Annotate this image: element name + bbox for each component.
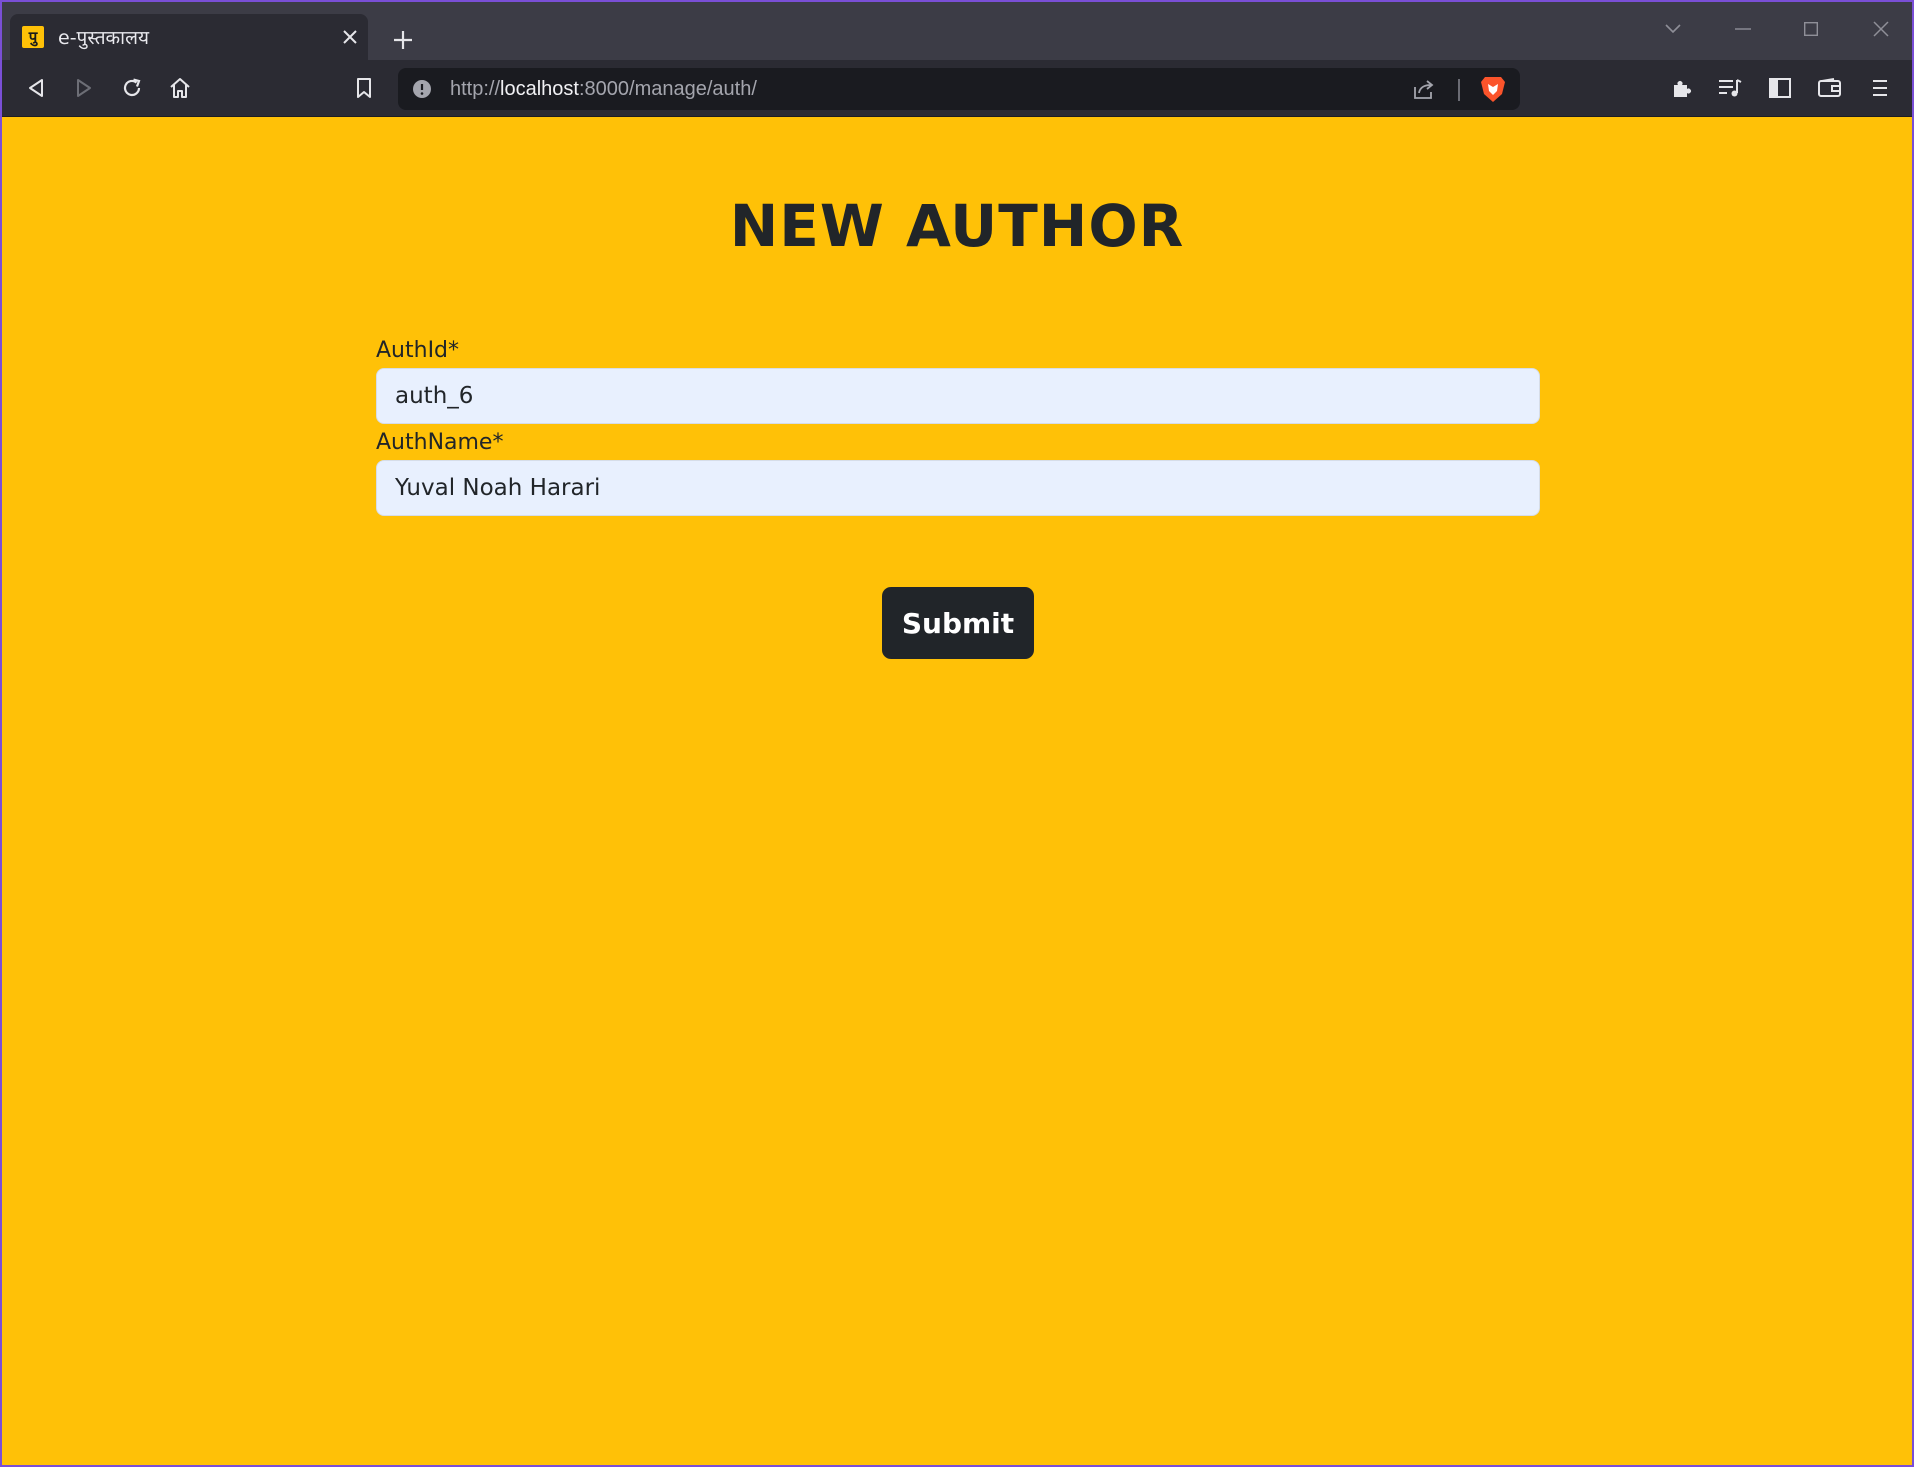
share-icon[interactable]: [1412, 78, 1436, 100]
submit-button[interactable]: Submit: [882, 587, 1034, 659]
url-divider: [1458, 79, 1460, 101]
back-icon[interactable]: [18, 70, 54, 106]
menu-icon[interactable]: [1862, 70, 1898, 106]
info-icon[interactable]: [412, 79, 432, 99]
wallet-icon[interactable]: [1812, 70, 1848, 106]
address-bar[interactable]: http://localhost:8000/manage/auth/: [398, 68, 1520, 110]
chevron-down-icon[interactable]: [1650, 14, 1696, 44]
close-tab-icon[interactable]: [332, 19, 368, 55]
authid-label: AuthId*: [376, 338, 460, 363]
site-favicon-icon: पु: [22, 26, 44, 48]
minimize-icon[interactable]: [1720, 14, 1766, 44]
forward-icon[interactable]: [66, 70, 102, 106]
extensions-icon[interactable]: [1664, 70, 1700, 106]
page-title: NEW AUTHOR: [729, 192, 1185, 260]
tab-title: e-पुस्तकालय: [58, 27, 149, 49]
browser-window: पु e-पुस्तकालय http://localhost:8000/man…: [2, 2, 1912, 1465]
plus-icon[interactable]: [387, 24, 419, 56]
maximize-icon[interactable]: [1788, 14, 1834, 44]
tab-strip: पु e-पुस्तकालय: [2, 2, 1912, 60]
browser-toolbar: http://localhost:8000/manage/auth/: [2, 60, 1912, 117]
url-scheme: http://: [450, 78, 501, 100]
url-path: :8000/manage/auth/: [578, 78, 757, 100]
page-content: NEW AUTHOR AuthId* AuthName* Submit: [2, 117, 1912, 1465]
brave-lion-icon[interactable]: [1480, 75, 1506, 103]
authname-label: AuthName*: [376, 430, 504, 455]
url-host: localhost: [500, 78, 579, 100]
url-text: http://localhost:8000/manage/auth/: [450, 68, 757, 110]
authid-input[interactable]: [376, 368, 1540, 424]
bookmark-icon[interactable]: [346, 70, 382, 106]
reload-icon[interactable]: [114, 70, 150, 106]
home-icon[interactable]: [162, 70, 198, 106]
browser-tab[interactable]: पु e-पुस्तकालय: [10, 14, 368, 60]
sidebar-icon[interactable]: [1762, 70, 1798, 106]
playlist-icon[interactable]: [1712, 70, 1748, 106]
close-window-icon[interactable]: [1858, 14, 1904, 44]
authname-input[interactable]: [376, 460, 1540, 516]
